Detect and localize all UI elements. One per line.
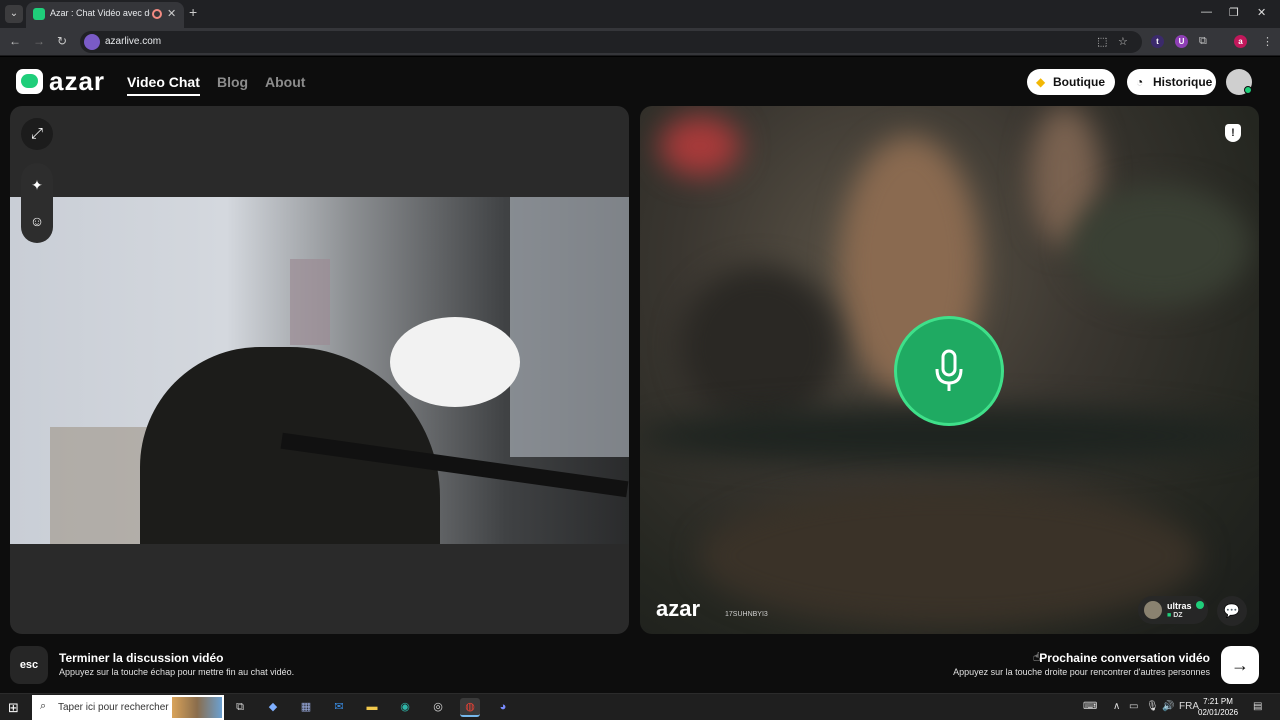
discord-icon[interactable]: ◕ (493, 698, 513, 717)
file-explorer-icon[interactable]: ▬ (362, 698, 382, 717)
browser-tabstrip: ⌄ Azar : Chat Vidéo avec de n ✕ + — ❐ ✕ (0, 0, 1280, 28)
back-icon[interactable]: ← (9, 34, 21, 48)
store-icon[interactable]: ▦ (296, 698, 316, 717)
recording-indicator-icon (152, 9, 162, 19)
clock-icon: ◔ (1136, 75, 1144, 89)
mail-icon[interactable]: ✉ (329, 698, 349, 717)
azar-logo-icon[interactable] (16, 69, 43, 94)
verified-badge-icon (1196, 601, 1204, 609)
taskbar-search[interactable]: ⌕ Taper ici pour rechercher (32, 695, 224, 720)
flag-icon: ■ (1167, 612, 1172, 619)
partner-country-code: DZ (1173, 612, 1183, 619)
face-filter-icon[interactable]: ☺ (21, 205, 53, 237)
self-video-panel: ⤢ ✦ ☺ (10, 106, 629, 634)
effects-toolbar: ✦ ☺ (21, 163, 53, 243)
historique-button[interactable]: ◔ Historique (1127, 69, 1216, 95)
address-bar[interactable]: azarlive.com (80, 31, 1142, 53)
extension-t-icon[interactable]: t (1151, 35, 1164, 48)
obs-icon[interactable]: ◎ (428, 698, 448, 717)
end-chat-hint: Appuyez sur la touche échap pour mettre … (59, 667, 295, 677)
tab-title: Azar : Chat Vidéo avec de n (50, 8, 150, 18)
forward-icon[interactable]: → (33, 34, 45, 48)
logo-text[interactable]: azar (49, 66, 105, 97)
watermark-id: 17SUHNBYI3 (725, 611, 768, 618)
partner-name: ultras (1167, 601, 1192, 611)
menu-kebab-icon[interactable]: ⋮ (1262, 35, 1273, 48)
url-text: azarlive.com (105, 36, 162, 47)
bookmark-star-icon[interactable]: ☆ (1118, 35, 1128, 48)
device-icon[interactable]: ▭ (1129, 701, 1138, 712)
expand-icon[interactable]: ⤢ (21, 118, 53, 150)
azar-app: azar Video Chat Blog About ◆ Boutique ◔ … (0, 57, 1280, 693)
partner-country: ■ DZ (1167, 612, 1183, 619)
touch-keyboard-icon[interactable]: ⌨ (1083, 701, 1097, 712)
language-indicator[interactable]: FRA (1179, 701, 1199, 712)
profile-avatar-icon[interactable]: a (1234, 35, 1247, 48)
browser-toolbar: ← → ↻ azarlive.com ⬚ ☆ t U ⧉ a ⋮ (0, 28, 1280, 56)
extension-u-icon[interactable]: U (1175, 35, 1188, 48)
browser-tab[interactable]: Azar : Chat Vidéo avec de n ✕ (26, 2, 184, 28)
azar-watermark: azar (656, 596, 701, 621)
windows-start-icon[interactable]: ⊞ (8, 700, 19, 716)
tray-chevron-icon[interactable]: ∧ (1113, 701, 1120, 712)
boutique-button[interactable]: ◆ Boutique (1027, 69, 1115, 95)
microphone-icon (935, 349, 963, 391)
partner-avatar (1144, 601, 1162, 619)
volume-icon[interactable]: 🔊 (1162, 701, 1174, 712)
microphone-tray-icon[interactable]: 🎙 (1146, 701, 1159, 712)
extensions-puzzle-icon[interactable]: ⧉ (1199, 35, 1207, 48)
esc-button[interactable]: esc (10, 646, 48, 684)
task-view-icon[interactable]: ⧉ (230, 698, 250, 717)
window-close-icon[interactable]: ✕ (1257, 6, 1266, 19)
mouse-cursor-icon: ☝ (1033, 650, 1041, 664)
search-icon: ⌕ (40, 700, 47, 712)
search-placeholder: Taper ici pour rechercher (58, 702, 169, 713)
nav-blog[interactable]: Blog (217, 74, 248, 90)
new-tab-icon[interactable]: + (189, 4, 197, 20)
historique-label: Historique (1153, 75, 1213, 89)
minimize-icon[interactable]: — (1201, 6, 1212, 18)
next-chat-hint: Appuyez sur la touche droite pour rencon… (953, 667, 1210, 677)
tab-close-icon[interactable]: ✕ (167, 7, 176, 20)
chat-bubble-icon[interactable]: 💬 (1217, 596, 1247, 626)
tab-search-chevron-icon[interactable]: ⌄ (5, 5, 23, 23)
reload-icon[interactable]: ↻ (57, 34, 67, 48)
site-info-icon[interactable] (84, 34, 100, 50)
boutique-label: Boutique (1053, 75, 1105, 89)
clock-time: 7:21 PM (1203, 697, 1233, 706)
diamond-icon: ◆ (1036, 75, 1046, 89)
azar-favicon-icon (33, 8, 45, 20)
nav-about[interactable]: About (265, 74, 305, 90)
taskbar-clock[interactable]: 7:21 PM 02/01/2026 (1198, 696, 1238, 718)
nav-video-chat[interactable]: Video Chat (127, 74, 200, 96)
partner-video-panel: ! azar 17SUHNBYI3 ultras ■ DZ 💬 (640, 106, 1259, 634)
notifications-icon[interactable]: ▤ (1253, 701, 1262, 712)
online-status-dot (1244, 86, 1252, 94)
sparkle-effects-icon[interactable]: ✦ (21, 169, 53, 201)
next-chat-title: Prochaine conversation vidéo (1039, 651, 1210, 665)
copilot-icon[interactable]: ◆ (263, 698, 283, 717)
restore-icon[interactable]: ❐ (1229, 6, 1239, 19)
windows-taskbar: ⊞ ⌕ Taper ici pour rechercher ⧉ ◆ ▦ ✉ ▬ … (0, 693, 1280, 720)
partner-mic-indicator (894, 316, 1004, 426)
next-chat-button[interactable]: → (1221, 646, 1259, 684)
self-camera-feed (10, 197, 629, 544)
search-highlight-image (172, 697, 222, 718)
end-chat-title: Terminer la discussion vidéo (59, 651, 224, 665)
install-app-icon[interactable]: ⬚ (1097, 35, 1107, 48)
clock-date: 02/01/2026 (1198, 708, 1239, 717)
partner-profile-chip[interactable]: ultras ■ DZ (1138, 596, 1208, 624)
chrome-icon[interactable]: ◍ (460, 698, 480, 717)
edge-icon[interactable]: ◉ (395, 698, 415, 717)
user-avatar[interactable] (1226, 69, 1252, 95)
report-shield-icon[interactable]: ! (1225, 124, 1241, 142)
